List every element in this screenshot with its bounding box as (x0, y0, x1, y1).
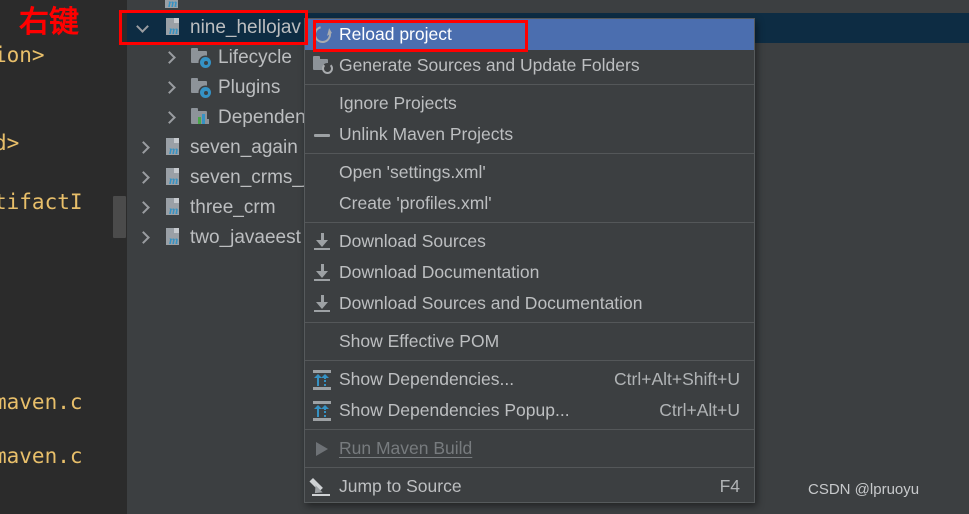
menu-item-label: Jump to Source (339, 476, 462, 496)
menu-separator (305, 84, 754, 85)
menu-item-label: Show Dependencies... (339, 369, 515, 389)
dependencies-icon (190, 108, 211, 128)
menu-item-label: Download Sources and Documentation (339, 293, 643, 313)
unlink-icon (311, 124, 339, 146)
menu-item-label: Download Documentation (339, 262, 540, 282)
menu-item-show-effective-pom[interactable]: Show Effective POM (305, 326, 754, 357)
menu-item-label: Reload project (339, 24, 452, 44)
code-line: maven.c (0, 444, 83, 468)
no-icon (311, 193, 339, 215)
menu-item-label: Download Sources (339, 231, 486, 251)
menu-item-shortcut: Ctrl+Alt+U (659, 400, 740, 420)
menu-item-run-maven-build: Run Maven Build (305, 433, 754, 464)
tree-item-label: three_crm (190, 197, 276, 218)
download-icon (311, 231, 339, 253)
menu-item-shortcut: F4 (719, 476, 740, 496)
menu-separator (305, 429, 754, 430)
maven-module-icon: m (163, 0, 182, 11)
no-icon (311, 93, 339, 115)
code-line: maven.c (0, 390, 83, 414)
editor-scrollbar-thumb[interactable] (113, 196, 126, 238)
ide-screenshot: ion> d> tifactI maven.c maven.c m m nine… (0, 0, 969, 514)
generate-sources-icon (311, 55, 339, 77)
maven-context-menu: Reload project Generate Sources and Upda… (304, 18, 755, 503)
menu-separator (305, 322, 754, 323)
menu-item-generate-sources[interactable]: Generate Sources and Update Folders (305, 50, 754, 81)
tree-item-label: seven_crms_j (190, 167, 308, 188)
menu-separator (305, 222, 754, 223)
maven-module-icon: m (164, 168, 183, 188)
chevron-right-icon[interactable] (137, 202, 150, 215)
menu-separator (305, 360, 754, 361)
code-line: ion> (0, 43, 45, 67)
menu-item-reload-project[interactable]: Reload project (305, 19, 754, 50)
tree-item-label: Dependenc (218, 107, 316, 128)
chevron-right-icon[interactable] (163, 112, 176, 125)
run-icon (311, 438, 339, 460)
maven-module-icon: m (164, 138, 183, 158)
tree-item-label: Lifecycle (218, 47, 292, 68)
menu-item-label: Show Effective POM (339, 331, 500, 351)
menu-item-label: Create 'profiles.xml' (339, 193, 492, 213)
menu-item-label: Run Maven Build (339, 438, 473, 458)
code-line: d> (0, 131, 20, 155)
pencil-icon (309, 476, 339, 498)
reload-icon (310, 22, 339, 46)
maven-module-icon: m (164, 198, 183, 218)
menu-item-unlink-maven-projects[interactable]: Unlink Maven Projects (305, 119, 754, 150)
no-icon (311, 162, 339, 184)
menu-item-download-documentation[interactable]: Download Documentation (305, 257, 754, 288)
folder-gear-icon (190, 78, 211, 98)
menu-item-show-dependencies[interactable]: Show Dependencies... Ctrl+Alt+Shift+U (305, 364, 754, 395)
chevron-right-icon[interactable] (163, 82, 176, 95)
menu-item-label: Open 'settings.xml' (339, 162, 486, 182)
menu-item-show-dependencies-popup[interactable]: Show Dependencies Popup... Ctrl+Alt+U (305, 395, 754, 426)
menu-item-download-sources[interactable]: Download Sources (305, 226, 754, 257)
annotation-text-right-click: 右键 (19, 5, 79, 40)
code-line: tifactI (0, 190, 83, 214)
chevron-down-icon[interactable] (137, 22, 150, 35)
no-icon (311, 331, 339, 353)
editor-pane[interactable]: ion> d> tifactI maven.c maven.c (0, 0, 127, 514)
tree-item-label: two_javaeest (190, 227, 301, 248)
menu-separator (305, 153, 754, 154)
chevron-right-icon[interactable] (137, 232, 150, 245)
tree-item-label: nine_hellojav (190, 17, 301, 38)
menu-item-jump-to-source[interactable]: Jump to Source F4 (305, 471, 754, 502)
tree-item-label: Plugins (218, 77, 281, 98)
chevron-right-icon[interactable] (137, 172, 150, 185)
menu-item-label: Ignore Projects (339, 93, 457, 113)
maven-module-icon: m (164, 228, 183, 248)
csdn-watermark: CSDN @lpruoyu (808, 481, 920, 498)
menu-separator (305, 467, 754, 468)
folder-gear-icon (190, 48, 211, 68)
menu-item-open-settings-xml[interactable]: Open 'settings.xml' (305, 157, 754, 188)
menu-item-label: Unlink Maven Projects (339, 124, 514, 144)
menu-item-create-profiles-xml[interactable]: Create 'profiles.xml' (305, 188, 754, 219)
menu-item-ignore-projects[interactable]: Ignore Projects (305, 88, 754, 119)
menu-item-label: Show Dependencies Popup... (339, 400, 570, 420)
tree-item-label: seven_again (190, 137, 298, 158)
menu-item-shortcut: Ctrl+Alt+Shift+U (614, 369, 740, 389)
menu-item-label: Generate Sources and Update Folders (339, 55, 640, 75)
chevron-right-icon[interactable] (137, 142, 150, 155)
download-icon (311, 262, 339, 284)
maven-module-icon: m (164, 18, 183, 38)
dependencies-diagram-icon (311, 369, 339, 391)
dependencies-diagram-icon (311, 400, 339, 422)
download-icon (311, 293, 339, 315)
menu-item-download-sources-and-documentation[interactable]: Download Sources and Documentation (305, 288, 754, 319)
chevron-right-icon[interactable] (163, 52, 176, 65)
